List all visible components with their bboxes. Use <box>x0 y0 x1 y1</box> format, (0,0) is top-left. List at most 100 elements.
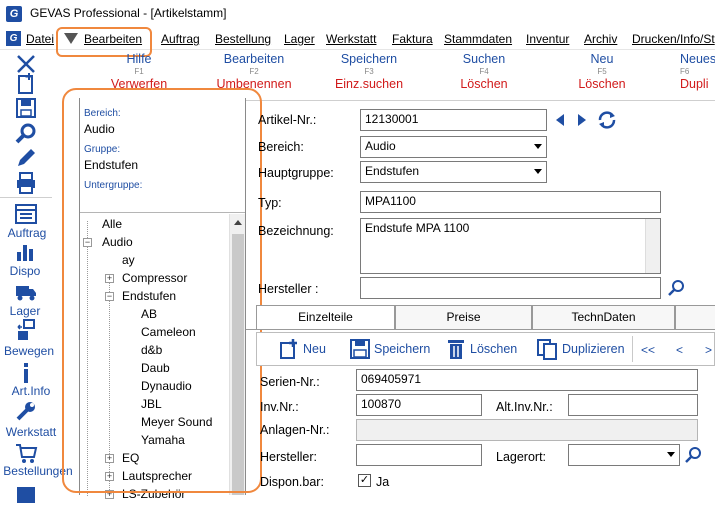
menu-drucken[interactable]: Drucken/Info/St <box>632 32 715 46</box>
neu-button[interactable]: Neu <box>303 342 326 356</box>
serien-label: Serien-Nr.: <box>260 375 320 389</box>
window-title: GEVAS Professional - [Artikelstamm] <box>30 6 227 20</box>
fkey-bearbeiten[interactable]: Bearbeiten F2 Umbenennen <box>199 52 309 91</box>
chevron-down-icon <box>534 169 542 174</box>
save-icon[interactable] <box>349 338 371 360</box>
refresh-icon[interactable] <box>596 110 618 130</box>
highlight-panel <box>62 88 262 493</box>
menu-faktura[interactable]: Faktura <box>392 32 433 46</box>
dispon-checkbox[interactable]: ✓ <box>358 474 371 487</box>
next-record-icon[interactable] <box>576 113 588 127</box>
title-bar: G GEVAS Professional - [Artikelstamm] <box>0 0 715 28</box>
fkey-key: F2 <box>249 67 259 76</box>
fkey-key: F3 <box>364 67 374 76</box>
prev-record-icon[interactable] <box>554 113 566 127</box>
toolbar-label-artinfo[interactable]: Art.Info <box>0 384 66 398</box>
detail-hersteller-field[interactable] <box>356 444 482 466</box>
anlagen-label: Anlagen-Nr.: <box>260 423 330 437</box>
duplicate-icon[interactable] <box>536 338 558 360</box>
menu-lager[interactable]: Lager <box>284 32 315 46</box>
search-icon[interactable] <box>14 121 38 145</box>
menu-inventur[interactable]: Inventur <box>526 32 569 46</box>
bezeichnung-scrollbar[interactable] <box>645 219 660 273</box>
fkey-shift-label: Löschen <box>578 77 626 91</box>
info-icon[interactable] <box>14 361 38 385</box>
fkey-shift-label: Dupli <box>680 77 709 91</box>
divider <box>246 100 715 101</box>
menu-datei[interactable]: Datei <box>26 32 54 46</box>
trash-icon[interactable] <box>446 337 466 361</box>
serien-field[interactable]: 069405971 <box>356 369 698 391</box>
inv-field[interactable]: 100870 <box>356 394 482 416</box>
new-document-icon[interactable] <box>14 72 38 96</box>
print-icon[interactable] <box>14 171 38 195</box>
menu-stammdaten[interactable]: Stammdaten <box>444 32 512 46</box>
bezeichnung-field[interactable]: Endstufe MPA 1100 <box>360 218 661 274</box>
fkey-label: Suchen <box>462 52 506 66</box>
duplizieren-button[interactable]: Duplizieren <box>562 342 625 356</box>
calendar-icon[interactable] <box>14 482 38 506</box>
pencil-icon[interactable] <box>14 146 38 170</box>
toolbar-label-dispo[interactable]: Dispo <box>0 264 60 278</box>
truck-icon[interactable] <box>14 280 38 304</box>
typ-field[interactable]: MPA1100 <box>360 191 661 213</box>
fkey-neues[interactable]: Neues F6 Dupli <box>662 52 715 91</box>
order-icon[interactable] <box>14 202 38 226</box>
tab-preise[interactable]: Preise <box>395 305 532 329</box>
menu-bestellung[interactable]: Bestellung <box>215 32 271 46</box>
fkey-label: Speichern <box>340 52 398 66</box>
hauptgruppe-select[interactable]: Endstufen <box>360 161 547 183</box>
fkey-hilfe[interactable]: Hilfe F1 Verwerfen <box>84 52 194 91</box>
toolbar-separator <box>632 336 633 362</box>
tab-techndaten[interactable]: TechnDaten <box>532 305 675 329</box>
add-icon[interactable] <box>278 338 300 360</box>
menu-auftrag[interactable]: Auftrag <box>161 32 200 46</box>
wrench-icon[interactable] <box>14 399 38 423</box>
dispon-label: Dispon.bar: <box>260 475 324 489</box>
hauptgruppe-select-value: Endstufen <box>365 164 420 178</box>
menu-archiv[interactable]: Archiv <box>584 32 617 46</box>
cart-icon[interactable] <box>14 441 38 465</box>
bar-chart-icon[interactable] <box>14 240 38 264</box>
app-icon: G <box>6 6 22 22</box>
lagerort-select[interactable] <box>568 444 680 466</box>
menu-werkstatt[interactable]: Werkstatt <box>326 32 376 46</box>
fkey-label: Bearbeiten <box>223 52 285 66</box>
alt-inv-field[interactable] <box>568 394 698 416</box>
next-button[interactable]: > <box>705 343 712 357</box>
fkey-speichern[interactable]: Speichern F3 Einz.suchen <box>314 52 424 91</box>
toolbar-label-auftrag[interactable]: Auftrag <box>0 226 62 240</box>
fkey-shift-label: Einz.suchen <box>334 77 404 91</box>
speichern-button[interactable]: Speichern <box>374 342 430 356</box>
bereich-select[interactable]: Audio <box>360 136 547 158</box>
move-icon[interactable] <box>14 318 38 342</box>
tab-einzelteile[interactable]: Einzelteile <box>256 305 395 329</box>
save-icon[interactable] <box>14 96 38 120</box>
anlagen-field[interactable] <box>356 419 698 441</box>
dispon-value: Ja <box>376 475 390 489</box>
fkey-label: Neues <box>680 52 715 66</box>
fkey-shift-label: Löschen <box>460 77 508 91</box>
first-button[interactable]: << <box>641 343 655 357</box>
search-icon[interactable] <box>684 446 702 464</box>
fkey-neu[interactable]: Neu F5 Löschen <box>547 52 657 91</box>
hauptgruppe-label: Hauptgruppe: <box>258 166 334 180</box>
tab-more[interactable] <box>675 305 715 329</box>
fkey-key: F4 <box>479 67 489 76</box>
artikel-nr-field[interactable]: 12130001 <box>360 109 547 131</box>
fkey-suchen[interactable]: Suchen F4 Löschen <box>429 52 539 91</box>
chevron-down-icon <box>667 452 675 457</box>
hersteller-label: Hersteller : <box>258 282 319 296</box>
hersteller-field[interactable] <box>360 277 661 299</box>
toolbar-label-lager[interactable]: Lager <box>0 304 60 318</box>
search-icon[interactable] <box>667 279 685 297</box>
toolbar-label-bewegen[interactable]: Bewegen <box>0 344 64 358</box>
system-menu-icon[interactable]: G <box>6 31 21 46</box>
inv-label: Inv.Nr.: <box>260 400 299 414</box>
loeschen-button[interactable]: Löschen <box>470 342 517 356</box>
fkey-key: F5 <box>597 67 607 76</box>
prev-button[interactable]: < <box>676 343 683 357</box>
bereich-field-label: Bereich: <box>258 140 304 154</box>
typ-label: Typ: <box>258 196 282 210</box>
toolbar-label-werkstatt[interactable]: Werkstatt <box>0 425 66 439</box>
